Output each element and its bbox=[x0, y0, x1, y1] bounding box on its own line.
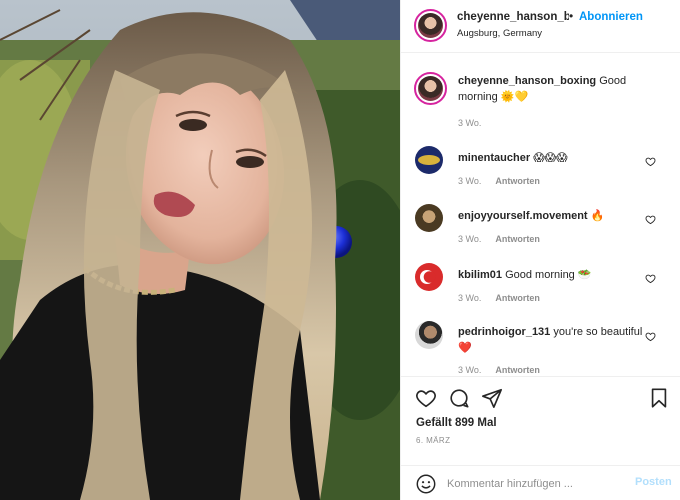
comment-username[interactable]: pedrinhoigor_131 bbox=[458, 326, 550, 338]
comment-meta: 3 Wo. Antworten bbox=[458, 365, 540, 375]
caption-avatar[interactable] bbox=[414, 72, 447, 105]
post-side-panel: cheyenne_hanson_bo • Abonnieren Augsburg… bbox=[400, 0, 680, 500]
caption-emoji: 🌞💛 bbox=[500, 90, 529, 103]
caption-username[interactable]: cheyenne_hanson_boxing bbox=[458, 75, 596, 87]
post-comment-button[interactable]: Posten bbox=[635, 476, 672, 488]
comment-text: enjoyyourself.movement 🔥 bbox=[458, 208, 654, 224]
caption: cheyenne_hanson_boxing Good morning 🌞💛 3… bbox=[401, 70, 680, 130]
comment-avatar[interactable] bbox=[415, 263, 443, 291]
comment-time[interactable]: 3 Wo. bbox=[458, 176, 481, 186]
small-heart-icon[interactable] bbox=[645, 331, 656, 342]
add-comment-bar: Posten bbox=[401, 465, 680, 500]
avatar-emblem-icon bbox=[418, 155, 440, 165]
reply-button[interactable]: Antworten bbox=[495, 293, 540, 303]
emoji-icon[interactable] bbox=[415, 473, 437, 495]
reply-button[interactable]: Antworten bbox=[495, 365, 540, 375]
follow-button[interactable]: Abonnieren bbox=[579, 11, 643, 23]
comment-username[interactable]: kbilim01 bbox=[458, 269, 502, 281]
comment-time[interactable]: 3 Wo. bbox=[458, 293, 481, 303]
likes-count[interactable]: Gefällt 899 Mal bbox=[416, 417, 497, 429]
comment-time[interactable]: 3 Wo. bbox=[458, 234, 481, 244]
comment-username[interactable]: enjoyyourself.movement bbox=[458, 210, 588, 222]
comment-item: kbilim01 Good morning 🥗 3 Wo. Antworten bbox=[401, 263, 680, 313]
post-header: cheyenne_hanson_bo • Abonnieren Augsburg… bbox=[401, 0, 680, 53]
comment-text: minentaucher 😱😱😱 bbox=[458, 150, 654, 166]
small-heart-icon[interactable] bbox=[645, 214, 656, 225]
small-heart-icon[interactable] bbox=[645, 156, 656, 167]
comment-emoji: 🥗 bbox=[577, 268, 592, 281]
comment-item: minentaucher 😱😱😱 3 Wo. Antworten bbox=[401, 146, 680, 196]
reply-button[interactable]: Antworten bbox=[495, 234, 540, 244]
comment-body: Good morning bbox=[505, 269, 575, 281]
comment-avatar[interactable] bbox=[415, 204, 443, 232]
comment-item: pedrinhoigor_131 you're so beautiful ❤️ 3… bbox=[401, 321, 680, 376]
share-icon[interactable] bbox=[481, 387, 503, 409]
comment-text: pedrinhoigor_131 you're so beautiful ❤️ bbox=[458, 325, 654, 356]
caption-time[interactable]: 3 Wo. bbox=[458, 118, 481, 128]
comment-item: enjoyyourself.movement 🔥 3 Wo. Antworten bbox=[401, 204, 680, 254]
comment-username[interactable]: minentaucher bbox=[458, 152, 530, 164]
comment-avatar[interactable] bbox=[415, 321, 443, 349]
comment-avatar[interactable] bbox=[415, 146, 443, 174]
post-photo[interactable] bbox=[0, 0, 400, 500]
comment-meta: 3 Wo. Antworten bbox=[458, 176, 540, 186]
caption-text: cheyenne_hanson_boxing Good morning 🌞💛 bbox=[458, 74, 654, 105]
comment-emoji: ❤️ bbox=[458, 341, 472, 354]
selfie-illustration bbox=[0, 0, 400, 500]
comment-meta: 3 Wo. Antworten bbox=[458, 234, 540, 244]
post-date[interactable]: 6. MÄRZ bbox=[416, 436, 450, 445]
comment-input[interactable] bbox=[447, 475, 627, 493]
comment-time[interactable]: 3 Wo. bbox=[458, 365, 481, 375]
comment-emoji: 😱😱😱 bbox=[533, 151, 568, 164]
comment-icon[interactable] bbox=[448, 387, 470, 409]
reply-button[interactable]: Antworten bbox=[495, 176, 540, 186]
author-avatar[interactable] bbox=[414, 9, 447, 42]
location-link[interactable]: Augsburg, Germany bbox=[457, 28, 542, 39]
crescent-flag-icon bbox=[420, 270, 436, 284]
post-actions: Gefällt 899 Mal 6. MÄRZ Posten bbox=[401, 376, 680, 500]
caption-meta: 3 Wo. bbox=[458, 118, 481, 128]
author-username[interactable]: cheyenne_hanson_bo bbox=[457, 11, 569, 23]
separator-dot: • bbox=[569, 9, 574, 23]
comment-meta: 3 Wo. Antworten bbox=[458, 293, 540, 303]
comments-list[interactable]: cheyenne_hanson_boxing Good morning 🌞💛 3… bbox=[401, 54, 680, 376]
bookmark-icon[interactable] bbox=[648, 387, 670, 409]
small-heart-icon[interactable] bbox=[645, 273, 656, 284]
comment-emoji: 🔥 bbox=[590, 209, 605, 222]
comment-body: you're so beautiful bbox=[553, 326, 643, 338]
heart-icon[interactable] bbox=[415, 387, 437, 409]
comment-text: kbilim01 Good morning 🥗 bbox=[458, 267, 654, 283]
